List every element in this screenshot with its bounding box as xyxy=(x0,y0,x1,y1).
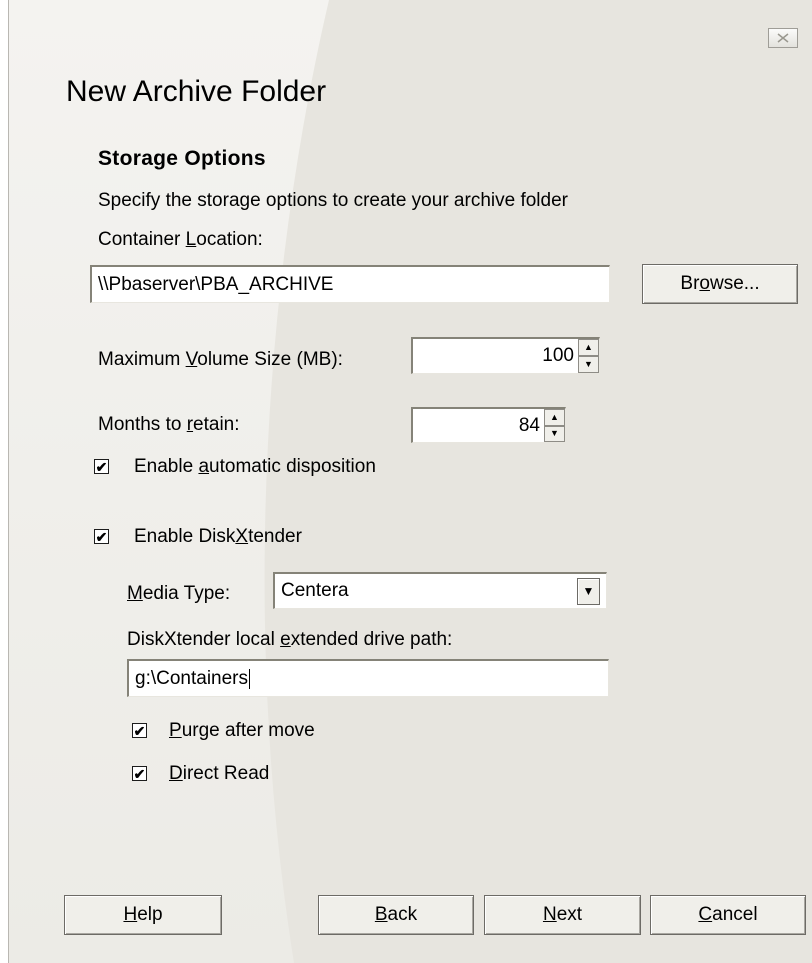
check-mark-icon: ✔ xyxy=(133,722,146,739)
enable-diskxtender-label[interactable]: Enable DiskXtender xyxy=(134,526,302,548)
dialog-title: New Archive Folder xyxy=(66,75,327,108)
section-title: Storage Options xyxy=(98,147,266,170)
media-type-select[interactable]: Centera ▼ xyxy=(273,572,607,609)
help-button[interactable]: Help xyxy=(64,895,222,935)
check-mark-icon: ✔ xyxy=(133,765,146,782)
browse-button[interactable]: Br o wse... xyxy=(642,264,798,304)
extended-drive-path-label: DiskXtender local extended drive path: xyxy=(127,629,453,650)
max-volume-size-label: Maximum Volume Size (MB): xyxy=(98,349,343,370)
spin-down-icon[interactable]: ▼ xyxy=(578,356,599,373)
next-button[interactable]: Next xyxy=(484,895,641,935)
container-location-label: Container Location: xyxy=(98,229,263,250)
max-volume-size-value: 100 xyxy=(542,345,574,366)
background-swoosh xyxy=(264,0,812,963)
check-mark-icon: ✔ xyxy=(95,528,108,545)
months-to-retain-value: 84 xyxy=(518,414,540,436)
max-volume-size-arrows: ▲ ▼ xyxy=(578,339,599,373)
text-caret xyxy=(249,668,251,689)
months-to-retain-arrows: ▲ ▼ xyxy=(544,409,565,442)
purge-after-move-label[interactable]: Purge after move xyxy=(169,720,315,742)
months-to-retain-label: Months to retain: xyxy=(98,414,240,435)
direct-read-checkbox[interactable]: ✔ xyxy=(132,766,147,781)
close-button[interactable] xyxy=(768,28,798,48)
chevron-down-icon[interactable]: ▼ xyxy=(577,577,600,605)
months-to-retain-spinner[interactable]: 84 ▲ ▼ xyxy=(411,407,566,443)
spin-up-icon[interactable]: ▲ xyxy=(578,339,599,356)
media-type-label: Media Type: xyxy=(127,583,231,604)
cancel-button[interactable]: Cancel xyxy=(650,895,806,935)
close-icon xyxy=(777,33,789,43)
max-volume-size-spinner[interactable]: 100 ▲ ▼ xyxy=(411,337,600,374)
direct-read-label[interactable]: Direct Read xyxy=(169,763,269,785)
extended-drive-path-input[interactable]: g:\Containers xyxy=(127,659,609,697)
section-description: Specify the storage options to create yo… xyxy=(98,190,568,211)
enable-diskxtender-checkbox[interactable]: ✔ xyxy=(94,529,109,544)
back-button[interactable]: Back xyxy=(318,895,474,935)
extended-drive-path-value: g:\Containers xyxy=(135,667,249,689)
container-location-value: \\Pbaserver\PBA_ARCHIVE xyxy=(98,273,334,295)
media-type-value: Centera xyxy=(281,580,349,601)
enable-automatic-disposition-label[interactable]: Enable automatic disposition xyxy=(134,456,376,478)
spin-down-icon[interactable]: ▼ xyxy=(544,425,565,442)
container-location-input[interactable]: \\Pbaserver\PBA_ARCHIVE xyxy=(90,265,610,303)
enable-automatic-disposition-checkbox[interactable]: ✔ xyxy=(94,459,109,474)
new-archive-folder-dialog: New Archive Folder Storage Options Speci… xyxy=(8,0,812,963)
check-mark-icon: ✔ xyxy=(95,458,108,475)
spin-up-icon[interactable]: ▲ xyxy=(544,409,565,426)
purge-after-move-checkbox[interactable]: ✔ xyxy=(132,723,147,738)
